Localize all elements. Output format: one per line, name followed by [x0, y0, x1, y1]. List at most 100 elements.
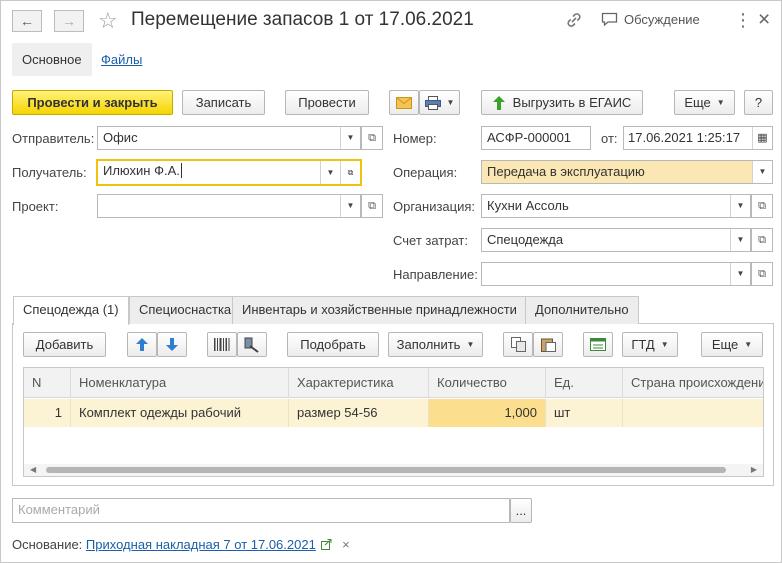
print-button[interactable]: ▼ [419, 90, 460, 115]
discussion-button[interactable]: Обсуждение [601, 12, 700, 27]
chevron-down-icon: ▼ [446, 98, 455, 107]
organization-field[interactable]: Кухни Ассоль ▼ [481, 194, 751, 218]
direction-label: Направление: [393, 267, 478, 282]
date-field[interactable]: 17.06.2021 1:25:17 ▦ [623, 126, 773, 150]
tab-special-equipment[interactable]: Специоснастка [129, 296, 242, 324]
cell-unit[interactable]: шт [546, 399, 623, 427]
calendar-icon[interactable]: ▦ [752, 127, 772, 149]
comment-expand-button[interactable]: ... [510, 498, 532, 523]
organization-label: Организация: [393, 199, 476, 214]
save-button[interactable]: Записать [182, 90, 265, 115]
column-header-characteristic[interactable]: Характеристика [289, 368, 429, 398]
table-more-label: Еще [711, 337, 739, 352]
fill-button[interactable]: Заполнить ▼ [388, 332, 483, 357]
scroll-left-icon[interactable]: ◀ [30, 465, 36, 474]
table-more-button[interactable]: Еще ▼ [701, 332, 763, 357]
tab-files[interactable]: Файлы [91, 43, 152, 76]
paste-button[interactable] [533, 332, 563, 357]
open-icon[interactable]: ⧉ [751, 262, 773, 286]
basis-link[interactable]: Приходная накладная 7 от 17.06.2021 [86, 537, 316, 552]
number-label: Номер: [393, 131, 437, 146]
operation-field[interactable]: Передача в эксплуатацию ▼ [481, 160, 773, 184]
dropdown-icon[interactable]: ▼ [730, 229, 750, 251]
horizontal-scrollbar[interactable]: ◀ ▶ [24, 464, 763, 476]
fill-label: Заполнить [396, 337, 461, 352]
dropdown-icon[interactable]: ▼ [752, 161, 772, 183]
more-button[interactable]: Еще ▼ [674, 90, 735, 115]
clear-basis-icon[interactable]: × [342, 537, 350, 552]
close-icon[interactable]: × [758, 8, 770, 32]
open-document-icon[interactable] [321, 539, 332, 550]
column-header-item[interactable]: Номенклатура [71, 368, 289, 398]
report-button[interactable] [583, 332, 613, 357]
number-field[interactable]: АСФР-000001 [481, 126, 591, 150]
open-icon[interactable]: ⧉ [361, 126, 383, 150]
gtd-button[interactable]: ГТД ▼ [622, 332, 678, 357]
comment-input[interactable]: Комментарий [12, 498, 510, 523]
email-button[interactable] [389, 90, 419, 115]
dropdown-icon[interactable]: ▼ [730, 195, 750, 217]
scrollbar-thumb[interactable] [46, 467, 726, 473]
dropdown-icon[interactable]: ▼ [730, 263, 750, 285]
receiver-field[interactable]: Илюхин Ф.А. ▼ ⧉ [96, 159, 362, 186]
open-icon[interactable]: ⧉ [751, 194, 773, 218]
receiver-label: Получатель: [12, 165, 87, 180]
column-header-n[interactable]: N [24, 368, 71, 398]
copy-icon [510, 337, 526, 352]
dropdown-icon[interactable]: ▼ [340, 127, 360, 149]
dropdown-icon[interactable]: ▼ [320, 161, 340, 184]
paste-icon [540, 338, 556, 352]
more-label: Еще [684, 95, 711, 110]
gtd-label: ГТД [631, 337, 655, 352]
column-header-country[interactable]: Страна происхождения [623, 368, 763, 398]
column-header-unit[interactable]: Ед. [546, 368, 623, 398]
export-egais-button[interactable]: Выгрузить в ЕГАИС [481, 90, 643, 115]
scanner-button[interactable] [237, 332, 267, 357]
favorite-star-icon[interactable]: ☆ [98, 8, 118, 34]
select-button[interactable]: Подобрать [287, 332, 379, 357]
help-button[interactable]: ? [744, 90, 773, 115]
operation-value: Передача в эксплуатацию [487, 164, 645, 179]
add-row-button[interactable]: Добавить [23, 332, 106, 357]
sender-label: Отправитель: [12, 131, 95, 146]
open-icon[interactable]: ⧉ [751, 228, 773, 252]
table-icon [590, 338, 606, 351]
sender-field[interactable]: Офис ▼ [97, 126, 361, 150]
post-button[interactable]: Провести [285, 90, 369, 115]
tab-additional[interactable]: Дополнительно [525, 296, 639, 324]
move-up-button[interactable] [127, 332, 157, 357]
cell-item[interactable]: Комплект одежды рабочий [71, 399, 289, 427]
arrow-left-icon: ← [20, 13, 34, 29]
tab-main[interactable]: Основное [12, 43, 92, 76]
envelope-icon [396, 96, 412, 109]
copy-button[interactable] [503, 332, 533, 357]
direction-field[interactable]: ▼ [481, 262, 751, 286]
post-and-close-button[interactable]: Провести и закрыть [12, 90, 173, 115]
date-label: от: [601, 131, 618, 146]
project-field[interactable]: ▼ [97, 194, 361, 218]
scanner-icon [244, 337, 259, 353]
open-icon[interactable]: ⧉ [340, 161, 360, 184]
cell-country[interactable] [623, 399, 763, 427]
scroll-right-icon[interactable]: ▶ [751, 465, 757, 474]
tab-inventory[interactable]: Инвентарь и хозяйственные принадлежности [232, 296, 527, 324]
items-table[interactable]: N Номенклатура Характеристика Количество… [23, 367, 764, 477]
tab-workwear[interactable]: Спецодежда (1) [13, 296, 129, 325]
cell-quantity[interactable]: 1,000 [429, 399, 546, 427]
more-menu-icon[interactable]: ⋮ [734, 10, 752, 31]
receiver-value: Илюхин Ф.А. [103, 163, 180, 178]
column-header-quantity[interactable]: Количество [429, 368, 546, 398]
dropdown-icon[interactable]: ▼ [340, 195, 360, 217]
move-down-button[interactable] [157, 332, 187, 357]
cell-n[interactable]: 1 [24, 399, 71, 427]
arrow-right-icon: → [62, 13, 76, 29]
chevron-down-icon: ▼ [716, 98, 725, 107]
cell-characteristic[interactable]: размер 54-56 [289, 399, 429, 427]
back-button[interactable]: ← [12, 10, 42, 32]
chat-bubble-icon [601, 12, 618, 27]
link-icon[interactable] [565, 11, 583, 29]
barcode-button[interactable] [207, 332, 237, 357]
forward-button[interactable]: → [54, 10, 84, 32]
open-icon[interactable]: ⧉ [361, 194, 383, 218]
cost-account-field[interactable]: Спецодежда ▼ [481, 228, 751, 252]
